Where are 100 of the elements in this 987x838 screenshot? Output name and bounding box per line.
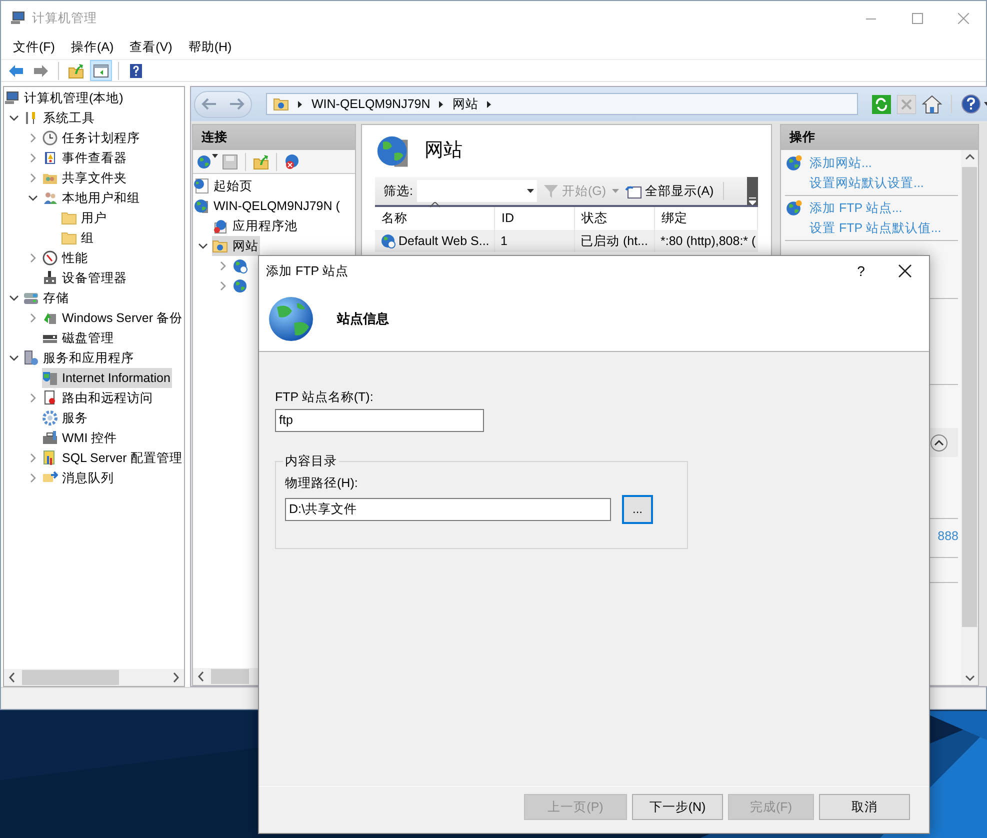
tree-item-label: 起始页: [212, 178, 252, 195]
folder-up-button[interactable]: [253, 154, 270, 170]
tree-item[interactable]: 任务计划程序: [42, 128, 142, 148]
menu-item[interactable]: 帮助(H): [180, 38, 240, 56]
stop-button[interactable]: [897, 94, 916, 114]
overflow-caret-icon: [749, 197, 756, 205]
tree-item[interactable]: WIN-QELQM9NJ79N (: [193, 196, 342, 216]
close-icon: [958, 12, 968, 24]
tree-item-label: 路由和远程访问: [61, 390, 153, 407]
filter-field[interactable]: [416, 180, 537, 202]
table-cell-text: 1: [500, 232, 508, 250]
table-cell-text: 已启动 (ht...: [580, 232, 648, 250]
field-label: 物理路径(H):: [285, 474, 359, 492]
tree-item-label: 组: [80, 230, 94, 247]
show-all-button[interactable]: 全部显示(A): [623, 182, 716, 200]
home-button[interactable]: [922, 94, 942, 114]
tree-item[interactable]: 起始页: [193, 176, 254, 196]
save-button[interactable]: [222, 154, 238, 170]
toolbar-overflow-button[interactable]: [747, 177, 758, 205]
tree-item[interactable]: 服务: [42, 408, 90, 428]
tree-item-label: Internet Information: [61, 370, 170, 387]
tree-item-label: 存储: [42, 290, 69, 307]
tree-item-label: SQL Server 配置管理: [61, 450, 182, 467]
clock-icon: [42, 130, 58, 146]
dialog-title: 添加 FTP 站点: [266, 262, 350, 280]
help-button[interactable]: ?: [841, 260, 881, 282]
tree-item[interactable]: 性能: [42, 248, 90, 268]
collapse-button[interactable]: [930, 434, 948, 452]
globe-add-icon: [785, 154, 802, 172]
address-bar[interactable]: WIN-QELQM9NJ79N 网站: [266, 93, 858, 115]
toolbox-icon: [42, 430, 58, 446]
tree-item[interactable]: 应用程序池: [212, 216, 300, 236]
server-gear-icon: [23, 350, 39, 366]
connect-button[interactable]: [196, 154, 218, 170]
dialog-button[interactable]: 下一步(N): [632, 794, 723, 820]
tree-item[interactable]: Windows Server 备份: [42, 308, 184, 328]
tree-item-label: 消息队列: [61, 470, 114, 487]
forward-button[interactable]: [229, 97, 246, 111]
window-title: 计算机管理: [32, 10, 97, 27]
scrollbar-thumb[interactable]: [22, 670, 119, 685]
menu-item[interactable]: 文件(F): [5, 38, 63, 56]
refresh-button[interactable]: [872, 94, 892, 114]
folder-up-icon: [253, 154, 270, 170]
toolbar-button[interactable]: [90, 60, 112, 81]
tree-item-label: 计算机管理(本地): [23, 90, 124, 107]
breadcrumb-arrow-icon: [486, 100, 492, 108]
tree-item[interactable]: 共享文件夹: [42, 168, 129, 188]
tree-item[interactable]: 系统工具: [23, 108, 97, 128]
breadcrumb-arrow-icon: [297, 100, 304, 108]
tree-item[interactable]: 本地用户和组: [42, 188, 142, 208]
breadcrumb-arrow-icon: [438, 100, 444, 108]
tree-item-label: 任务计划程序: [61, 130, 140, 147]
tree-item-label: 事件查看器: [61, 150, 127, 167]
tree-item[interactable]: 组: [61, 228, 96, 248]
site-name-field[interactable]: ftp: [275, 408, 484, 432]
globe-add-icon: [785, 200, 802, 216]
dropdown-caret-icon[interactable]: [612, 189, 620, 193]
table-cell-text: Default Web S...: [398, 232, 490, 250]
menu-item[interactable]: 操作(A): [62, 38, 122, 56]
tree-item-label: 性能: [60, 250, 88, 267]
help-button[interactable]: [961, 94, 987, 114]
path-field[interactable]: D:\共享文件: [285, 498, 611, 520]
tree-item-label: 本地用户和组: [61, 190, 140, 207]
tree-item[interactable]: 事件查看器: [42, 148, 129, 168]
tree-item-label: 网站: [231, 238, 258, 255]
shield-server-icon: [42, 370, 58, 386]
site-folder-icon: [212, 238, 228, 254]
page-title: 网站: [424, 138, 462, 163]
table-cell-text: *:80 (http),808:* (: [660, 232, 756, 250]
browse-button[interactable]: ...: [622, 494, 653, 524]
tree-item-label: 磁盘管理: [61, 330, 114, 347]
tree-item[interactable]: 路由和远程访问: [42, 388, 155, 408]
tree-item[interactable]: 设备管理器: [42, 268, 129, 288]
device-icon: [42, 270, 58, 286]
tree-item[interactable]: Internet Information: [42, 368, 172, 388]
scrollbar-thumb[interactable]: [211, 669, 250, 684]
tree-item-label: 用户: [80, 210, 107, 227]
back-button[interactable]: [201, 97, 218, 111]
log-book-icon: [42, 150, 58, 166]
menu-item[interactable]: 查看(V): [122, 38, 180, 56]
tree-item[interactable]: 用户: [61, 208, 109, 228]
tree-item[interactable]: 磁盘管理: [42, 328, 116, 348]
gear-icon: [42, 410, 58, 426]
dialog-button[interactable]: 取消: [819, 794, 910, 820]
tree-item-label: 共享文件夹: [61, 170, 127, 187]
tree-item[interactable]: 计算机管理(本地): [4, 88, 126, 108]
app-pool-icon: [212, 218, 228, 234]
breadcrumb-item[interactable]: WIN-QELQM9NJ79N: [311, 94, 430, 114]
breadcrumb-item[interactable]: 网站: [452, 94, 478, 114]
tree-item[interactable]: WMI 控件: [42, 428, 120, 448]
console-tree-icon: [93, 62, 109, 78]
scrollbar-thumb[interactable]: [962, 167, 978, 627]
tree-item[interactable]: 网站: [212, 236, 260, 256]
tree-item-label: 应用程序池: [231, 218, 298, 235]
tree-item[interactable]: 消息队列: [42, 468, 116, 488]
tree-item[interactable]: 服务和应用程序: [23, 348, 136, 368]
tree-item[interactable]: SQL Server 配置管理: [42, 448, 184, 468]
computer-icon: [4, 90, 20, 106]
tree-item[interactable]: 存储: [23, 288, 71, 308]
tree-item-label: 服务和应用程序: [42, 350, 134, 367]
